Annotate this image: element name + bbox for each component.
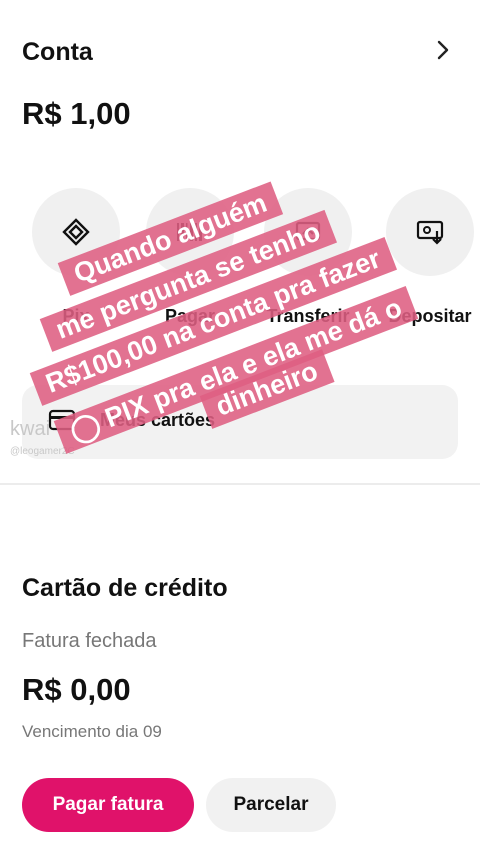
watermark-brand: kwai <box>10 418 51 440</box>
section-title: Conta <box>22 38 93 66</box>
credit-card-title: Cartão de crédito <box>22 574 228 602</box>
credit-bill-value: R$ 0,00 <box>22 672 131 707</box>
pay-button[interactable]: Pagar <box>140 188 240 327</box>
due-date: Vencimento dia 09 <box>22 722 162 741</box>
deposit-button[interactable]: Depositar <box>380 188 480 327</box>
bill-status: Fatura fechada <box>22 630 157 652</box>
deposit-icon <box>416 220 444 245</box>
my-cards-button[interactable]: Meus cartões <box>22 385 458 459</box>
card-icon <box>48 409 76 431</box>
my-cards-label: Meus cartões <box>100 410 216 430</box>
section-divider <box>0 483 480 485</box>
pix-icon <box>62 218 90 246</box>
transfer-button[interactable]: Transferir <box>258 188 358 327</box>
pix-button[interactable]: Pix <box>26 188 126 327</box>
transfer-icon <box>295 221 321 241</box>
watermark-handle: @leogamer2C <box>10 446 75 457</box>
transfer-label: Transferir <box>266 306 350 326</box>
barcode-icon <box>177 223 202 241</box>
pay-label: Pagar <box>164 306 216 326</box>
pay-bill-button[interactable]: Pagar fatura <box>22 778 194 832</box>
installment-button[interactable]: Parcelar <box>206 778 336 832</box>
deposit-label: Depositar <box>388 306 472 326</box>
account-actions: Pix Pagar Transferir Depositar <box>0 188 480 338</box>
balance-value: R$ 1,00 <box>22 96 131 131</box>
pix-label: Pix <box>62 306 90 326</box>
chevron-right-icon[interactable] <box>436 40 450 60</box>
